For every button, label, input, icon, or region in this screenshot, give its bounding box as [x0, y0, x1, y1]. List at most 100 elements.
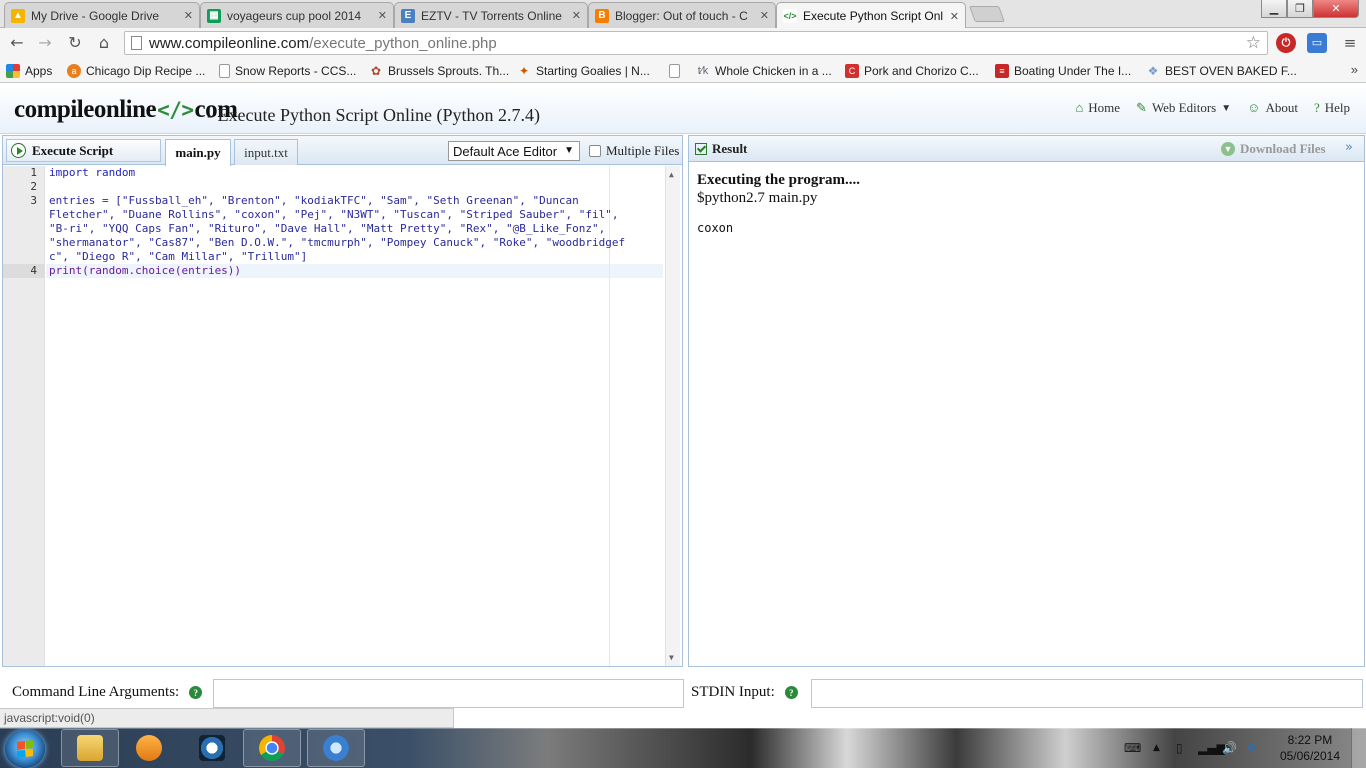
taskbar-file-explorer[interactable] — [61, 729, 119, 767]
editor-toolbar: Execute Script main.py input.txt Default… — [3, 136, 682, 166]
tab-input-txt[interactable]: input.txt — [234, 139, 298, 165]
close-icon[interactable]: ✕ — [950, 10, 959, 23]
tab-title: My Drive - Google Drive — [31, 8, 160, 23]
help-icon[interactable]: ? — [189, 686, 203, 699]
code-editor[interactable]: 1 2 3 4 import random entries = ["Fussba… — [3, 166, 682, 666]
bookmark-pork-chorizo[interactable]: C Pork and Chorizo C... — [845, 62, 979, 79]
bookmark-label: Boating Under The I... — [1014, 63, 1132, 78]
system-clock[interactable]: 8:22 PM 05/06/2014 — [1280, 732, 1340, 764]
nav-about[interactable]: ☺ About — [1247, 100, 1298, 116]
address-bar[interactable]: www.compileonline.com/execute_python_onl… — [124, 31, 1268, 55]
help-icon[interactable]: ? — [784, 686, 798, 699]
line-number: 4 — [3, 264, 45, 278]
bookmark-label: Pork and Chorizo C... — [864, 63, 979, 78]
taskbar-itunes[interactable] — [307, 729, 365, 767]
home-icon[interactable]: ⌂ — [94, 33, 114, 53]
browser-tab-voyageurs[interactable]: ▦ voyageurs cup pool 2014 ✕ — [200, 2, 394, 28]
taskbar-media-player[interactable] — [120, 729, 178, 767]
bookmark-whole-chicken[interactable]: t⁄k Whole Chicken in a ... — [696, 62, 832, 79]
battery-icon[interactable]: ▯ — [1176, 741, 1183, 755]
clock-time: 8:22 PM — [1287, 733, 1333, 747]
show-hidden-icons-icon[interactable]: ▲ — [1153, 743, 1160, 753]
show-desktop-button[interactable] — [1351, 728, 1366, 768]
taskbar-snipping-tool[interactable] — [183, 729, 241, 767]
window-close-button[interactable]: ✕ — [1313, 0, 1359, 18]
bookmark-untitled[interactable] — [669, 62, 685, 79]
star-icon[interactable]: ☆ — [1246, 33, 1261, 53]
itunes-icon — [323, 735, 349, 761]
line-number: 3 — [30, 194, 37, 207]
browser-tab-blogger[interactable]: B Blogger: Out of touch - C ✕ — [588, 2, 776, 28]
bookmark-best-oven-baked[interactable]: ❖ BEST OVEN BAKED F... — [1146, 62, 1297, 79]
line-number-gutter: 1 2 3 4 — [3, 166, 45, 666]
bookmark-icon: ❖ — [1147, 63, 1159, 78]
nav-help[interactable]: ? Help — [1314, 100, 1350, 116]
chevron-right-icon[interactable]: » — [1351, 62, 1358, 77]
reload-icon[interactable]: ↻ — [65, 33, 85, 53]
site-logo[interactable]: compileonline </> com — [14, 96, 238, 124]
new-tab-button[interactable] — [969, 6, 1005, 22]
back-arrow-icon[interactable]: ← — [7, 33, 27, 53]
close-icon[interactable]: ✕ — [572, 9, 581, 22]
help-icon: ? — [1313, 100, 1320, 115]
stdin-input[interactable] — [811, 679, 1363, 708]
collapse-icon[interactable]: » — [1345, 140, 1353, 155]
bookmark-label: Starting Goalies | N... — [536, 63, 650, 78]
user-icon: ☺ — [1247, 100, 1261, 115]
bookmark-boating[interactable]: ≡ Boating Under The I... — [995, 62, 1131, 79]
recipe-icon: a — [67, 63, 81, 78]
editor-panel: Execute Script main.py input.txt Default… — [2, 135, 683, 667]
power-extension-icon[interactable]: ⏻ — [1276, 33, 1296, 53]
scroll-up-icon[interactable]: ▲ — [669, 170, 674, 179]
close-icon[interactable]: ✕ — [760, 9, 769, 22]
browser-tab-eztv[interactable]: E EZTV - TV Torrents Online ✕ — [394, 2, 588, 28]
start-button[interactable] — [5, 730, 45, 768]
download-files-button[interactable]: ▼ Download Files — [1221, 141, 1326, 157]
keyboard-icon[interactable]: ⌨ — [1124, 741, 1141, 755]
home-icon: ⌂ — [1075, 100, 1084, 115]
dropbox-icon[interactable]: ❖ — [1246, 741, 1257, 755]
taskbar-chrome[interactable] — [243, 729, 301, 767]
bookmark-starting-goalies[interactable]: ✦ Starting Goalies | N... — [517, 62, 650, 79]
bookmark-snow-reports[interactable]: Snow Reports - CCS... — [219, 62, 356, 79]
volume-icon[interactable]: 🔊 — [1222, 741, 1237, 755]
scroll-down-icon[interactable]: ▼ — [669, 653, 674, 662]
bookmark-apps[interactable]: Apps — [6, 62, 52, 79]
execute-script-button[interactable]: Execute Script — [6, 139, 161, 162]
output-result: coxon — [697, 221, 734, 235]
browser-tab-execute-python[interactable]: </> Execute Python Script Onl ✕ — [776, 2, 966, 29]
file-explorer-icon — [77, 735, 103, 761]
chicken-icon: t⁄k — [697, 64, 709, 77]
execute-label: Execute Script — [32, 142, 114, 158]
forward-arrow-icon[interactable]: → — [35, 33, 55, 53]
page-icon — [669, 63, 680, 78]
maximize-button[interactable]: ❐ — [1287, 0, 1313, 18]
browser-tab-google-drive[interactable]: ▲ My Drive - Google Drive ✕ — [4, 2, 200, 28]
close-icon[interactable]: ✕ — [378, 9, 387, 22]
tab-title: Execute Python Script Onl — [803, 9, 944, 23]
caret-down-icon: ▼ — [564, 145, 574, 156]
bookmark-label: Chicago Dip Recipe ... — [86, 63, 206, 78]
pencil-icon: ✎ — [1136, 100, 1147, 115]
multiple-files-checkbox[interactable] — [589, 145, 601, 157]
editor-scrollbar[interactable]: ▲ ▼ — [665, 166, 680, 666]
logo-text: compileonline — [14, 96, 157, 123]
cmd-args-input[interactable] — [213, 679, 684, 708]
system-tray: ⌨ ▲ ▯ ▂▄▆ 🔊 ❖ 8:22 PM 05/06/2014 — [1116, 728, 1366, 768]
tab-main-py[interactable]: main.py — [165, 139, 231, 166]
cast-extension-icon[interactable]: ▭ — [1307, 33, 1327, 53]
close-icon[interactable]: ✕ — [184, 9, 193, 22]
nav-home[interactable]: ⌂ Home — [1075, 100, 1120, 116]
minimize-button[interactable]: ▁ — [1261, 0, 1287, 18]
menu-icon[interactable]: ≡ — [1340, 33, 1360, 53]
multiple-files-toggle[interactable]: Multiple Files — [589, 143, 679, 159]
bookmark-chicago-dip[interactable]: a Chicago Dip Recipe ... — [67, 62, 205, 79]
stdin-label: STDIN Input: ? — [691, 684, 798, 701]
bookmark-label: Brussels Sprouts. Th... — [388, 63, 510, 78]
tab-title: EZTV - TV Torrents Online — [421, 8, 562, 23]
nav-web-editors[interactable]: ✎ Web Editors ▼ — [1136, 100, 1231, 116]
bookmark-brussels-sprouts[interactable]: ✿ Brussels Sprouts. Th... — [369, 62, 509, 79]
editor-mode-select[interactable]: Default Ace Editor ▼ — [448, 141, 580, 161]
code-icon: </> — [783, 9, 797, 23]
c-red-icon: C — [845, 63, 859, 78]
